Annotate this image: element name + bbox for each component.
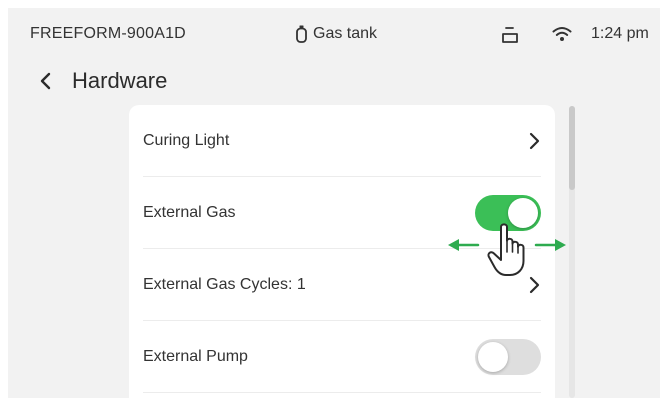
setting-row-external-gas-cycles[interactable]: External Gas Cycles: 1 bbox=[143, 249, 541, 321]
settings-list: Curing Light External Gas External Gas C… bbox=[129, 105, 555, 398]
status-bar: FREEFORM-900A1D Gas tank 1:24 pm bbox=[8, 8, 660, 60]
tray-icon bbox=[501, 26, 519, 49]
device-name: FREEFORM-900A1D bbox=[30, 25, 186, 42]
gas-cylinder-icon bbox=[296, 25, 307, 43]
device-screen: FREEFORM-900A1D Gas tank 1:24 pm Hardwar… bbox=[8, 8, 660, 398]
setting-row-external-pump: External Pump bbox=[143, 321, 541, 393]
setting-row-curing-light[interactable]: Curing Light bbox=[143, 105, 541, 177]
gas-status-label: Gas tank bbox=[313, 25, 378, 42]
external-pump-toggle[interactable] bbox=[475, 339, 541, 375]
page-title: Hardware bbox=[72, 68, 168, 93]
chevron-right-icon bbox=[527, 276, 541, 294]
external-gas-toggle[interactable] bbox=[475, 195, 541, 231]
setting-label: External Pump bbox=[143, 348, 248, 365]
scrollbar-thumb[interactable] bbox=[569, 106, 575, 190]
setting-label: External Gas Cycles: 1 bbox=[143, 276, 306, 293]
setting-row-external-gas: External Gas bbox=[143, 177, 541, 249]
chevron-left-icon bbox=[36, 72, 58, 98]
toggle-knob bbox=[508, 198, 538, 228]
chevron-right-icon bbox=[527, 132, 541, 150]
scrollbar[interactable] bbox=[569, 106, 575, 398]
gas-status: Gas tank bbox=[296, 25, 377, 43]
setting-label: Curing Light bbox=[143, 132, 230, 149]
back-button[interactable] bbox=[36, 68, 58, 94]
setting-label: External Gas bbox=[143, 204, 236, 221]
wifi-icon bbox=[552, 26, 572, 47]
clock: 1:24 pm bbox=[591, 25, 649, 42]
toggle-knob bbox=[478, 342, 508, 372]
